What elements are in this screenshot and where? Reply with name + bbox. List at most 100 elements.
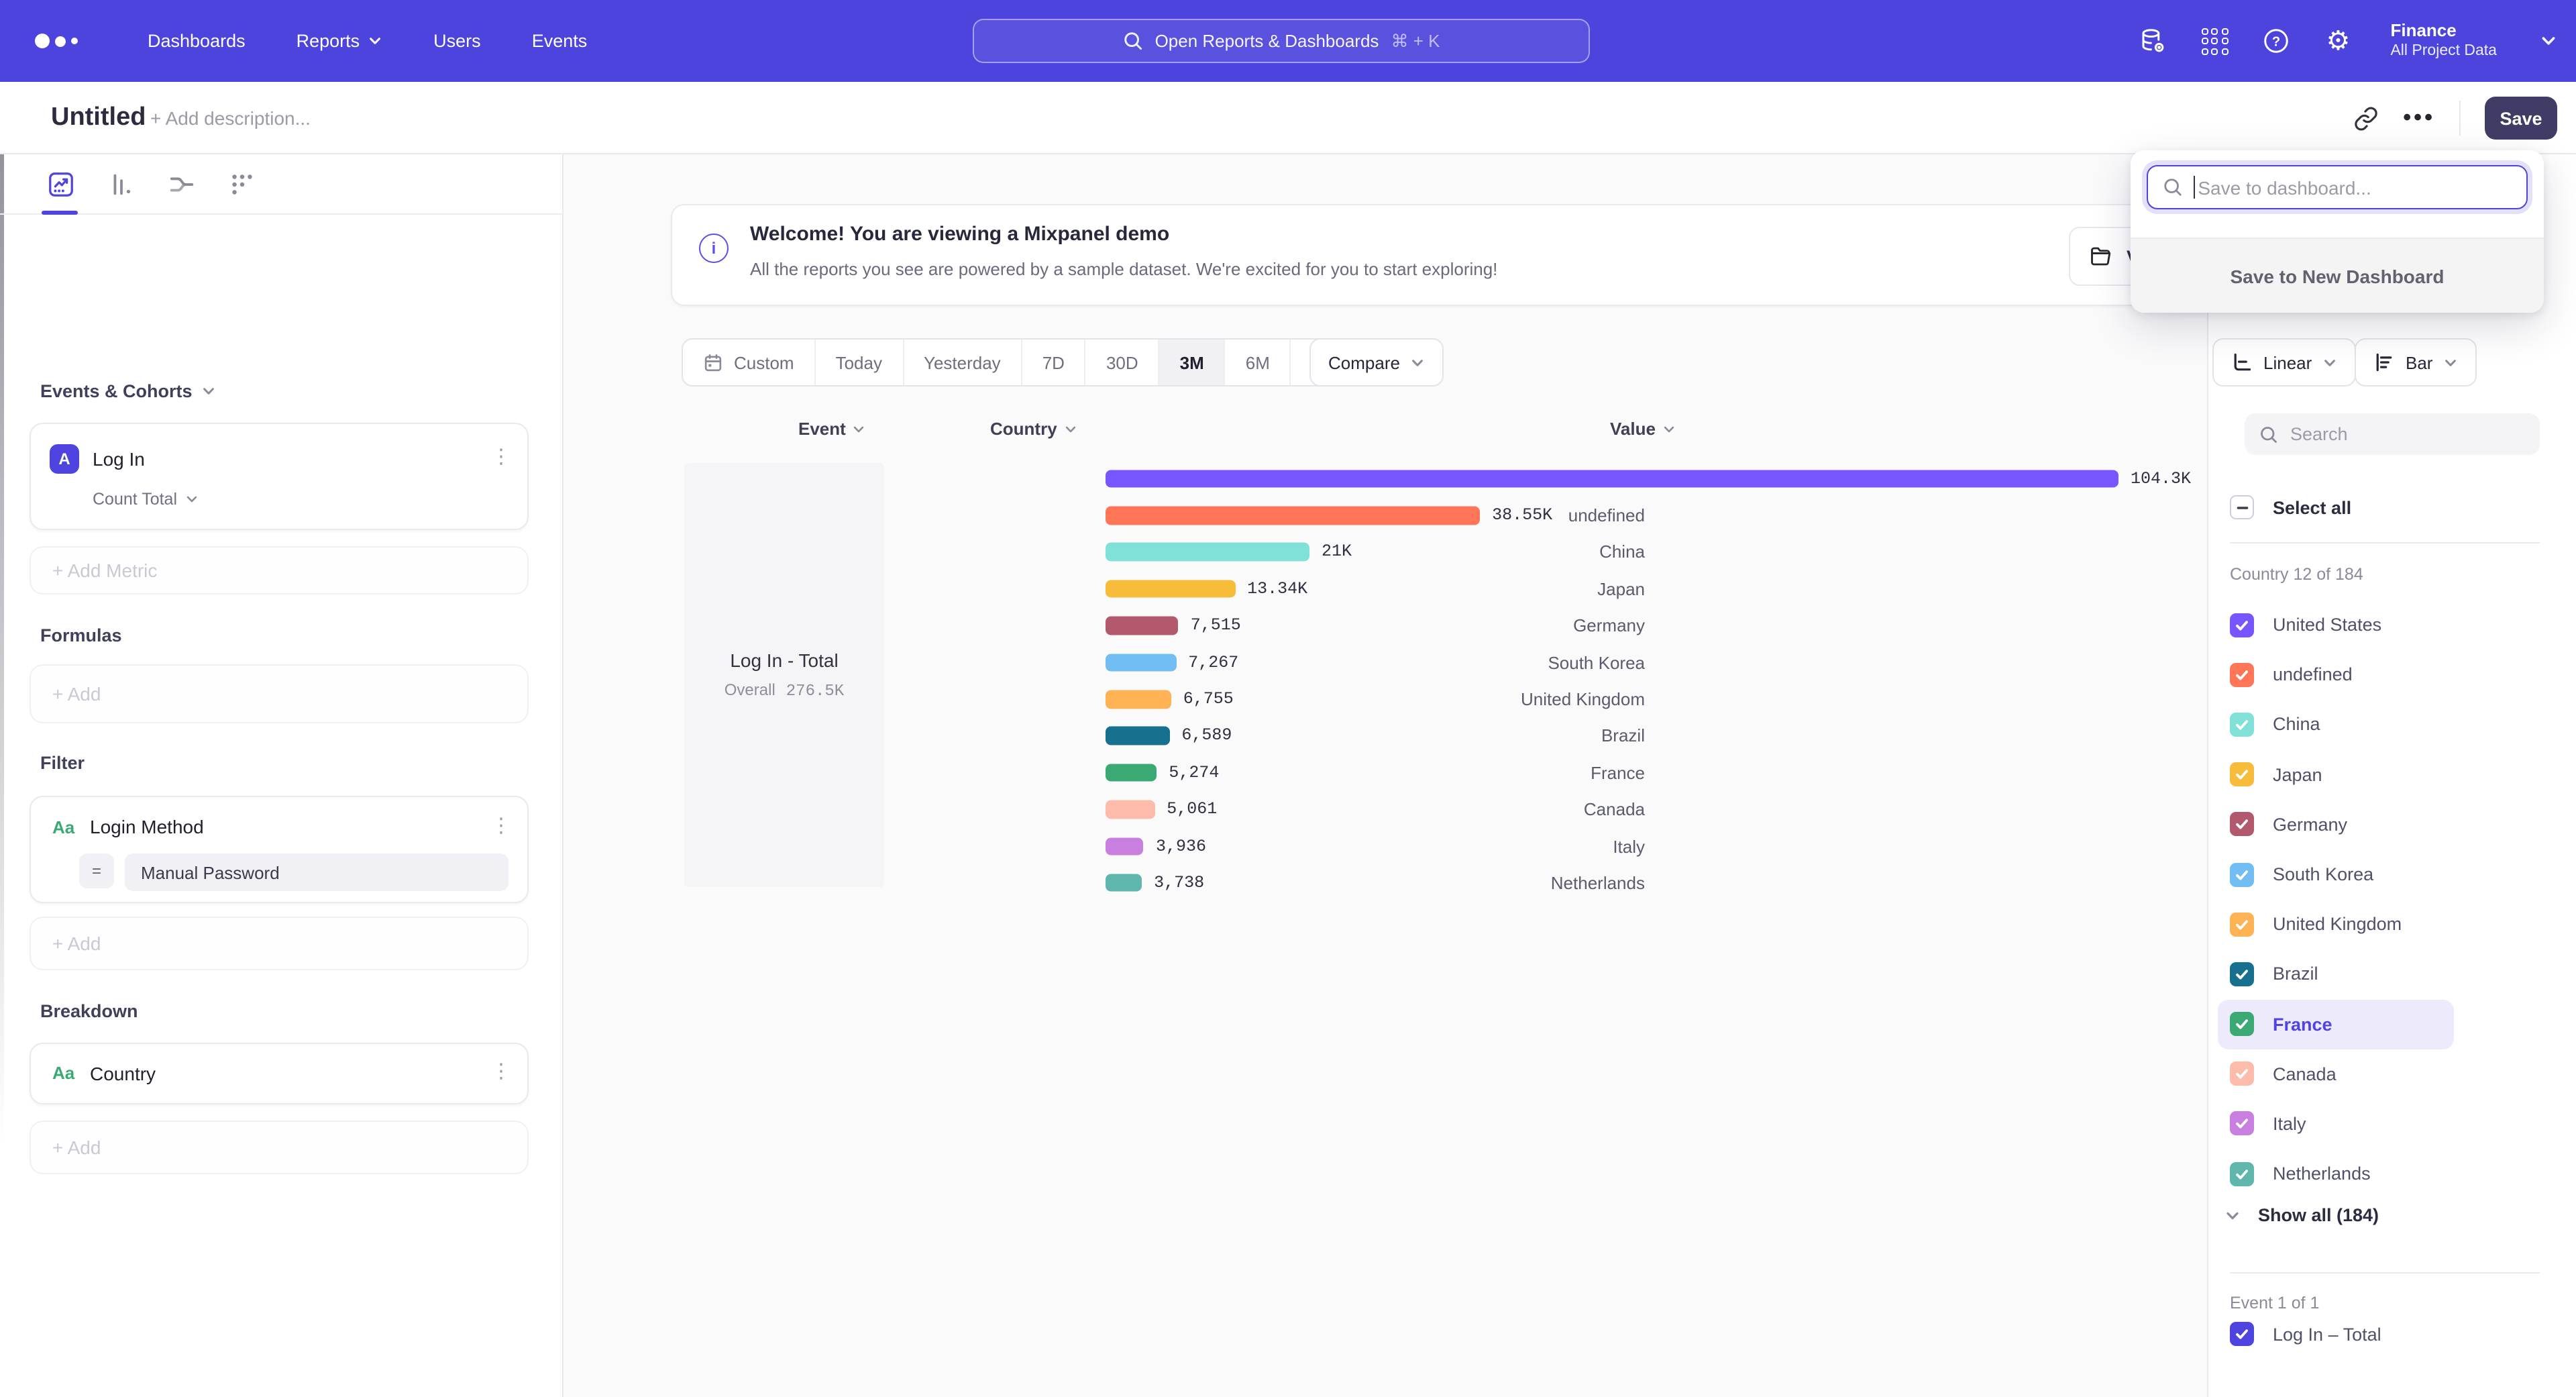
nav-events[interactable]: Events bbox=[532, 31, 588, 51]
project-chevron-down-icon[interactable] bbox=[2540, 32, 2557, 50]
range-7d[interactable]: 7D bbox=[1022, 340, 1086, 385]
save-dashboard-search[interactable] bbox=[2147, 165, 2528, 209]
legend-country-row-canada[interactable]: Canada bbox=[2218, 1049, 2454, 1098]
settings-gear-icon[interactable]: ⚙ bbox=[2323, 26, 2353, 56]
range-3m[interactable]: 3M bbox=[1160, 340, 1226, 385]
event-column-header[interactable]: Event bbox=[798, 419, 866, 439]
compare-button[interactable]: Compare bbox=[1309, 338, 1444, 386]
filter-property-name[interactable]: Login Method bbox=[90, 816, 204, 837]
country-checkbox[interactable] bbox=[2230, 713, 2254, 737]
filter-header: Filter bbox=[40, 753, 85, 773]
more-options-icon[interactable]: ••• bbox=[2403, 105, 2435, 132]
value-bar[interactable] bbox=[1106, 764, 1157, 782]
range-yesterday[interactable]: Yesterday bbox=[904, 340, 1022, 385]
metric-aggregation-dropdown[interactable]: Count Total bbox=[93, 490, 199, 509]
save-dashboard-input[interactable] bbox=[2198, 176, 2506, 198]
breakdown-kebab-icon[interactable]: ⋮ bbox=[491, 1062, 511, 1082]
legend-country-row-united-states[interactable]: United States bbox=[2218, 600, 2454, 650]
add-breakdown-button[interactable]: + Add bbox=[30, 1121, 529, 1174]
country-checkbox[interactable] bbox=[2230, 1112, 2254, 1136]
value-bar[interactable] bbox=[1106, 580, 1235, 598]
breakdown-property-name[interactable]: Country bbox=[90, 1063, 156, 1084]
events-cohorts-header[interactable]: Events & Cohorts bbox=[40, 381, 217, 401]
add-metric-button[interactable]: + Add Metric bbox=[30, 546, 529, 594]
add-description-field[interactable]: + Add description... bbox=[150, 107, 311, 129]
event-checkbox[interactable] bbox=[2230, 1322, 2254, 1346]
country-checkbox[interactable] bbox=[2230, 762, 2254, 786]
tab-insights[interactable] bbox=[46, 164, 75, 204]
show-all-button[interactable]: Show all (184) bbox=[2224, 1205, 2379, 1225]
legend-country-row-france[interactable]: France bbox=[2218, 999, 2454, 1049]
nav-reports[interactable]: Reports bbox=[297, 31, 383, 51]
range-30d[interactable]: 30D bbox=[1086, 340, 1160, 385]
help-icon[interactable]: ? bbox=[2261, 26, 2291, 56]
nav-dashboards[interactable]: Dashboards bbox=[148, 31, 246, 51]
apps-grid-icon[interactable] bbox=[2200, 26, 2229, 56]
tab-retention[interactable] bbox=[227, 164, 256, 204]
metric-event-name[interactable]: Log In bbox=[93, 448, 145, 470]
country-checkbox[interactable] bbox=[2230, 1012, 2254, 1036]
legend-country-row-brazil[interactable]: Brazil bbox=[2218, 949, 2454, 999]
country-checkbox[interactable] bbox=[2230, 1161, 2254, 1186]
legend-search-input[interactable] bbox=[2290, 424, 2505, 444]
add-filter-button[interactable]: + Add bbox=[30, 917, 529, 970]
tab-flows[interactable] bbox=[166, 164, 196, 204]
legend-country-row-china[interactable]: China bbox=[2218, 700, 2454, 749]
value-bar[interactable] bbox=[1106, 837, 1144, 856]
filter-operator[interactable]: = bbox=[79, 853, 114, 888]
value-bar[interactable] bbox=[1106, 617, 1179, 635]
value-bar[interactable] bbox=[1106, 543, 1309, 561]
breakdown-card-country[interactable]: Aa Country ⋮ bbox=[30, 1043, 529, 1104]
legend-event-row[interactable]: Log In – Total bbox=[2230, 1322, 2381, 1346]
legend-search[interactable] bbox=[2245, 413, 2540, 455]
country-checkbox[interactable] bbox=[2230, 1062, 2254, 1086]
value-bar[interactable] bbox=[1106, 727, 1169, 745]
scale-dropdown[interactable]: Linear bbox=[2212, 338, 2356, 386]
data-management-icon[interactable] bbox=[2138, 26, 2167, 56]
value-bar[interactable] bbox=[1106, 654, 1176, 672]
copy-link-icon[interactable] bbox=[2353, 105, 2379, 131]
range-today[interactable]: Today bbox=[816, 340, 904, 385]
project-switcher[interactable]: Finance All Project Data bbox=[2390, 20, 2497, 61]
nav-users[interactable]: Users bbox=[433, 31, 481, 51]
legend-country-row-japan[interactable]: Japan bbox=[2218, 749, 2454, 799]
save-button[interactable]: Save bbox=[2485, 97, 2557, 140]
value-bar[interactable] bbox=[1106, 470, 2118, 488]
value-bar[interactable] bbox=[1106, 507, 1480, 525]
metric-kebab-icon[interactable]: ⋮ bbox=[491, 447, 511, 467]
country-checkbox[interactable] bbox=[2230, 862, 2254, 886]
save-to-new-dashboard-button[interactable]: Save to New Dashboard bbox=[2131, 238, 2544, 313]
legend-country-row-germany[interactable]: Germany bbox=[2218, 800, 2454, 849]
value-bar[interactable] bbox=[1106, 874, 1142, 892]
select-all-checkbox[interactable] bbox=[2230, 495, 2254, 519]
report-title[interactable]: Untitled bbox=[51, 103, 146, 133]
mixpanel-logo-icon[interactable] bbox=[35, 34, 94, 48]
value-bar[interactable] bbox=[1106, 690, 1171, 709]
global-search-button[interactable]: Open Reports & Dashboards ⌘ + K bbox=[973, 19, 1590, 63]
add-formula-button[interactable]: + Add bbox=[30, 664, 529, 723]
tab-funnels[interactable] bbox=[106, 164, 136, 204]
country-checkbox[interactable] bbox=[2230, 813, 2254, 837]
country-column-header[interactable]: Country bbox=[990, 419, 1077, 439]
legend-country-row-south-korea[interactable]: South Korea bbox=[2218, 849, 2454, 899]
country-label: Brazil bbox=[1601, 726, 1645, 746]
value-column-header[interactable]: Value bbox=[1610, 419, 1676, 439]
range-custom[interactable]: Custom bbox=[683, 340, 816, 385]
filter-value[interactable]: Manual Password bbox=[125, 853, 508, 891]
country-checkbox[interactable] bbox=[2230, 613, 2254, 637]
legend-country-row-united-kingdom[interactable]: United Kingdom bbox=[2218, 899, 2454, 949]
filter-card-login-method[interactable]: Aa Login Method ⋮ = Manual Password bbox=[30, 796, 529, 903]
country-checkbox[interactable] bbox=[2230, 912, 2254, 936]
country-checkbox[interactable] bbox=[2230, 962, 2254, 986]
legend-country-row-undefined[interactable]: undefined bbox=[2218, 650, 2454, 699]
value-bar[interactable] bbox=[1106, 800, 1155, 819]
select-all-row[interactable]: Select all bbox=[2230, 495, 2351, 519]
legend-country-row-netherlands[interactable]: Netherlands bbox=[2218, 1149, 2454, 1198]
country-checkbox[interactable] bbox=[2230, 663, 2254, 687]
metric-card-log-in[interactable]: A Log In ⋮ Count Total bbox=[30, 423, 529, 530]
range-6m[interactable]: 6M bbox=[1226, 340, 1291, 385]
filter-kebab-icon[interactable]: ⋮ bbox=[491, 816, 511, 836]
bar-value-label: 7,515 bbox=[1191, 617, 1241, 635]
legend-country-row-italy[interactable]: Italy bbox=[2218, 1099, 2454, 1149]
chart-type-dropdown[interactable]: Bar bbox=[2355, 338, 2477, 386]
